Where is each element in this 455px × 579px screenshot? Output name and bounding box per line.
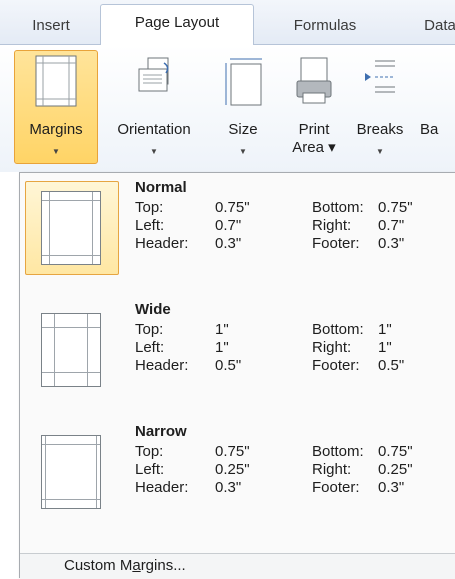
print-area-label-line2: Area ▾ (292, 139, 336, 156)
print-area-button[interactable]: Print Area ▾ (284, 51, 344, 163)
header-value: 0.3" (215, 235, 242, 252)
custom-margins-accelerator: a (132, 557, 141, 574)
preset-name: Normal (135, 179, 187, 196)
size-icon (222, 55, 264, 112)
bottom-label: Bottom: (312, 321, 364, 338)
left-value: 0.25" (215, 461, 250, 478)
chevron-down-icon: ▼ (239, 147, 247, 156)
bottom-label: Bottom: (312, 199, 364, 216)
breaks-icon (359, 55, 401, 112)
left-label: Left: (135, 339, 165, 356)
top-value: 1" (215, 321, 229, 338)
tab-data[interactable]: Data (410, 12, 455, 44)
right-label: Right: (312, 217, 352, 234)
orientation-label: Orientation (117, 121, 191, 138)
margin-preset-wide[interactable]: Wide Top: 1" Bottom: 1" Left: 1" Right: … (20, 295, 455, 415)
right-value: 0.25" (378, 461, 413, 478)
normal-margins-icon (41, 191, 101, 265)
footer-label: Footer: (312, 235, 360, 252)
margin-preset-normal[interactable]: Normal Top: 0.75" Bottom: 0.75" Left: 0.… (20, 173, 455, 293)
top-value: 0.75" (215, 443, 250, 460)
narrow-margins-icon (41, 435, 101, 509)
background-button[interactable]: Ba (420, 51, 455, 163)
ribbon-page-setup-group: Margins ▼ Orientation ▼ Size ▼ Print Are… (0, 45, 455, 172)
chevron-down-icon: ▼ (376, 147, 384, 156)
breaks-label: Breaks (356, 121, 404, 138)
custom-margins-item[interactable]: Custom Margins... (64, 557, 186, 574)
header-value: 0.3" (215, 479, 242, 496)
bottom-label: Bottom: (312, 443, 364, 460)
chevron-down-icon: ▼ (52, 147, 60, 156)
footer-label: Footer: (312, 479, 360, 496)
footer-value: 0.3" (378, 479, 405, 496)
left-label: Left: (135, 461, 165, 478)
margins-label: Margins (29, 121, 83, 138)
tab-insert[interactable]: Insert (18, 12, 84, 44)
header-value: 0.5" (215, 357, 242, 374)
bottom-value: 0.75" (378, 443, 413, 460)
bottom-value: 0.75" (378, 199, 413, 216)
print-area-icon (293, 55, 335, 112)
left-value: 0.7" (215, 217, 242, 234)
orientation-icon (134, 55, 174, 110)
custom-margins-text-a: Custom M (64, 557, 133, 574)
top-label: Top: (135, 321, 164, 338)
top-label: Top: (135, 443, 164, 460)
dropdown-footer: Custom Margins... (20, 553, 455, 579)
footer-value: 0.3" (378, 235, 405, 252)
left-label: Left: (135, 217, 165, 234)
footer-label: Footer: (312, 357, 360, 374)
right-value: 0.7" (378, 217, 405, 234)
margins-button[interactable]: Margins ▼ (14, 50, 98, 164)
left-value: 1" (215, 339, 229, 356)
wide-margins-icon (41, 313, 101, 387)
right-value: 1" (378, 339, 392, 356)
preset-name: Narrow (135, 423, 187, 440)
preset-name: Wide (135, 301, 171, 318)
background-label: Ba (420, 121, 439, 138)
margins-icon (35, 55, 77, 112)
tab-page-layout[interactable]: Page Layout (100, 4, 254, 45)
right-label: Right: (312, 461, 352, 478)
header-label: Header: (135, 235, 189, 252)
size-label: Size (228, 121, 258, 138)
margin-preset-narrow[interactable]: Narrow Top: 0.75" Bottom: 0.75" Left: 0.… (20, 417, 455, 537)
top-label: Top: (135, 199, 164, 216)
print-area-label-line1: Print (298, 121, 330, 138)
tab-formulas[interactable]: Formulas (270, 12, 380, 44)
breaks-button[interactable]: Breaks ▼ (350, 51, 410, 163)
size-button[interactable]: Size ▼ (222, 51, 264, 163)
header-label: Header: (135, 479, 189, 496)
custom-margins-text-b: rgins... (140, 557, 186, 574)
header-label: Header: (135, 357, 189, 374)
chevron-down-icon: ▼ (150, 147, 158, 156)
right-label: Right: (312, 339, 352, 356)
top-value: 0.75" (215, 199, 250, 216)
ribbon-tab-strip: Insert Page Layout Formulas Data (0, 0, 455, 45)
orientation-button[interactable]: Orientation ▼ (104, 51, 204, 163)
bottom-value: 1" (378, 321, 392, 338)
footer-value: 0.5" (378, 357, 405, 374)
margins-dropdown: Normal Top: 0.75" Bottom: 0.75" Left: 0.… (19, 172, 455, 579)
